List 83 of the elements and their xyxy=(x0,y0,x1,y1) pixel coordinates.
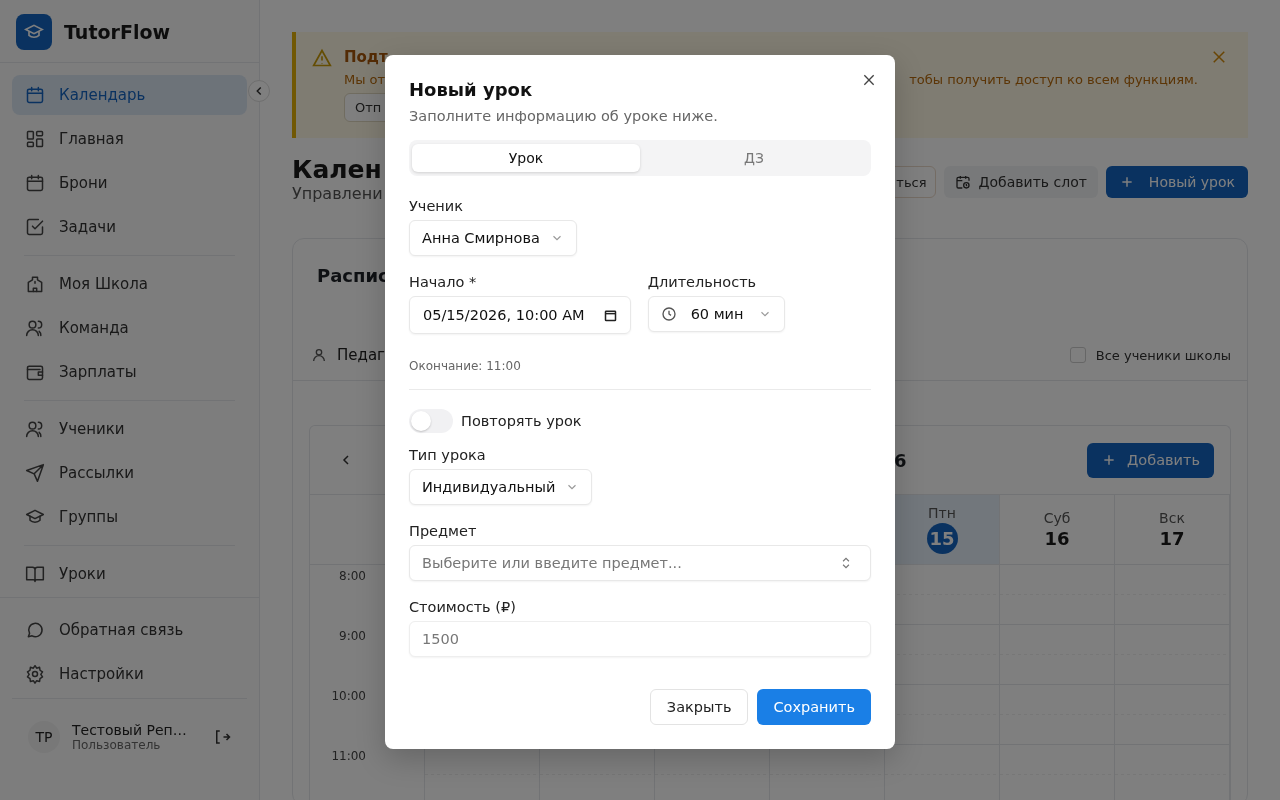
teacher-filter[interactable]: Педаг xyxy=(337,346,385,364)
book-icon xyxy=(25,564,45,584)
close-icon[interactable] xyxy=(861,72,877,88)
student-select[interactable]: Анна Смирнова xyxy=(409,220,577,256)
close-button[interactable]: Закрыть xyxy=(649,689,749,725)
nav-item[interactable]: Рассылки xyxy=(12,453,247,493)
time-label: 9:00 xyxy=(339,629,366,645)
calendar-icon xyxy=(602,307,618,323)
calendar-clock-icon xyxy=(954,174,971,190)
dialog-title: Новый урок xyxy=(409,79,534,100)
grid-icon xyxy=(25,129,45,149)
user-name: Тестовый Реп… xyxy=(72,722,188,738)
field-label: Тип урока xyxy=(409,447,487,463)
day-number: 16 xyxy=(1044,528,1070,549)
price-input[interactable]: 1500 xyxy=(409,621,871,657)
dialog-subtitle: Заполните информацию об уроке ниже. xyxy=(409,108,719,124)
users-icon xyxy=(25,419,45,439)
banner-title: Подт xyxy=(344,48,389,66)
end-time-note: Окончание: 11:00 xyxy=(409,359,522,373)
lesson-type-select[interactable]: Индивидуальный xyxy=(409,469,593,505)
repeat-toggle[interactable] xyxy=(409,409,453,433)
wallet-icon xyxy=(25,362,45,382)
banner-text: Мы от xyxy=(344,72,386,87)
person-icon xyxy=(311,347,327,363)
nav-item[interactable]: Календарь xyxy=(12,75,247,115)
nav-item[interactable]: Моя Школа xyxy=(12,264,247,304)
day-name: Вск xyxy=(1159,510,1185,526)
user-avatar: ТР xyxy=(28,721,60,753)
banner-text: тобы получить доступ ко всем функциям. xyxy=(909,72,1198,87)
time-label: 8:00 xyxy=(339,569,366,585)
settings-icon xyxy=(25,664,45,684)
plus-icon xyxy=(1101,452,1117,468)
chat-bubble-icon xyxy=(25,620,45,640)
clock-icon xyxy=(660,306,677,322)
checkbox-label: Все ученики школы xyxy=(1095,347,1231,363)
app-name: TutorFlow xyxy=(64,21,170,43)
users-icon xyxy=(25,318,45,338)
nav-item[interactable]: Ученики xyxy=(12,409,247,449)
time-label: 10:00 xyxy=(331,689,366,705)
logout-icon[interactable] xyxy=(213,728,231,746)
field-label: Предмет xyxy=(409,523,478,539)
subject-combobox[interactable]: Выберите или введите предмет... xyxy=(409,545,871,581)
user-role: Пользователь xyxy=(72,738,162,752)
add-button[interactable]: Добавить xyxy=(1087,442,1214,478)
nav-item[interactable]: Уроки xyxy=(12,554,247,594)
day-number: 15 xyxy=(926,523,958,554)
calendar-icon xyxy=(25,85,45,105)
logo-icon xyxy=(16,14,52,50)
time-label: 11:00 xyxy=(331,749,366,765)
action-button[interactable]: Добавить слот xyxy=(943,166,1098,198)
page-subtitle: Управлени xyxy=(292,184,383,203)
date-time-field[interactable]: 05/15/2026, 10:00 AM xyxy=(409,296,631,334)
nav-item[interactable]: Обратная связь xyxy=(12,610,247,650)
duration-select[interactable]: 60 мин xyxy=(647,296,785,332)
toggle-label: Повторять урок xyxy=(461,413,582,429)
school-icon xyxy=(25,274,45,294)
nav-item[interactable]: Главная xyxy=(12,119,247,159)
send-icon xyxy=(25,463,45,483)
warning-icon xyxy=(312,48,332,68)
nav-item[interactable]: Брони xyxy=(12,163,247,203)
nav-item[interactable]: Группы xyxy=(12,497,247,537)
checkbox[interactable] xyxy=(1069,347,1086,363)
day-number: 17 xyxy=(1159,528,1185,549)
field-label: Ученик xyxy=(409,198,464,214)
page-title: Кален xyxy=(292,155,383,184)
field-label: Стоимость (₽) xyxy=(409,599,517,615)
nav-item[interactable]: Задачи xyxy=(12,207,247,247)
save-button[interactable]: Сохранить xyxy=(757,689,871,725)
day-name: Птн xyxy=(928,505,956,521)
field-label: Длительность xyxy=(647,274,758,290)
calendar-title: 6 xyxy=(894,449,908,471)
day-name: Суб xyxy=(1043,510,1071,526)
nav-item[interactable]: Команда xyxy=(12,308,247,348)
nav-item[interactable]: Настройки xyxy=(12,654,247,694)
card-title: Распис xyxy=(317,265,389,286)
field-label: Начало * xyxy=(409,274,478,290)
calendar-icon xyxy=(25,173,45,193)
tab[interactable]: Урок xyxy=(412,144,640,172)
tab[interactable]: ДЗ xyxy=(640,144,868,172)
checkbox-icon xyxy=(25,217,45,237)
collapse-button[interactable] xyxy=(248,80,270,102)
nav-item[interactable]: Зарплаты xyxy=(12,352,247,392)
action-button[interactable]: Новый урок xyxy=(1105,166,1248,198)
